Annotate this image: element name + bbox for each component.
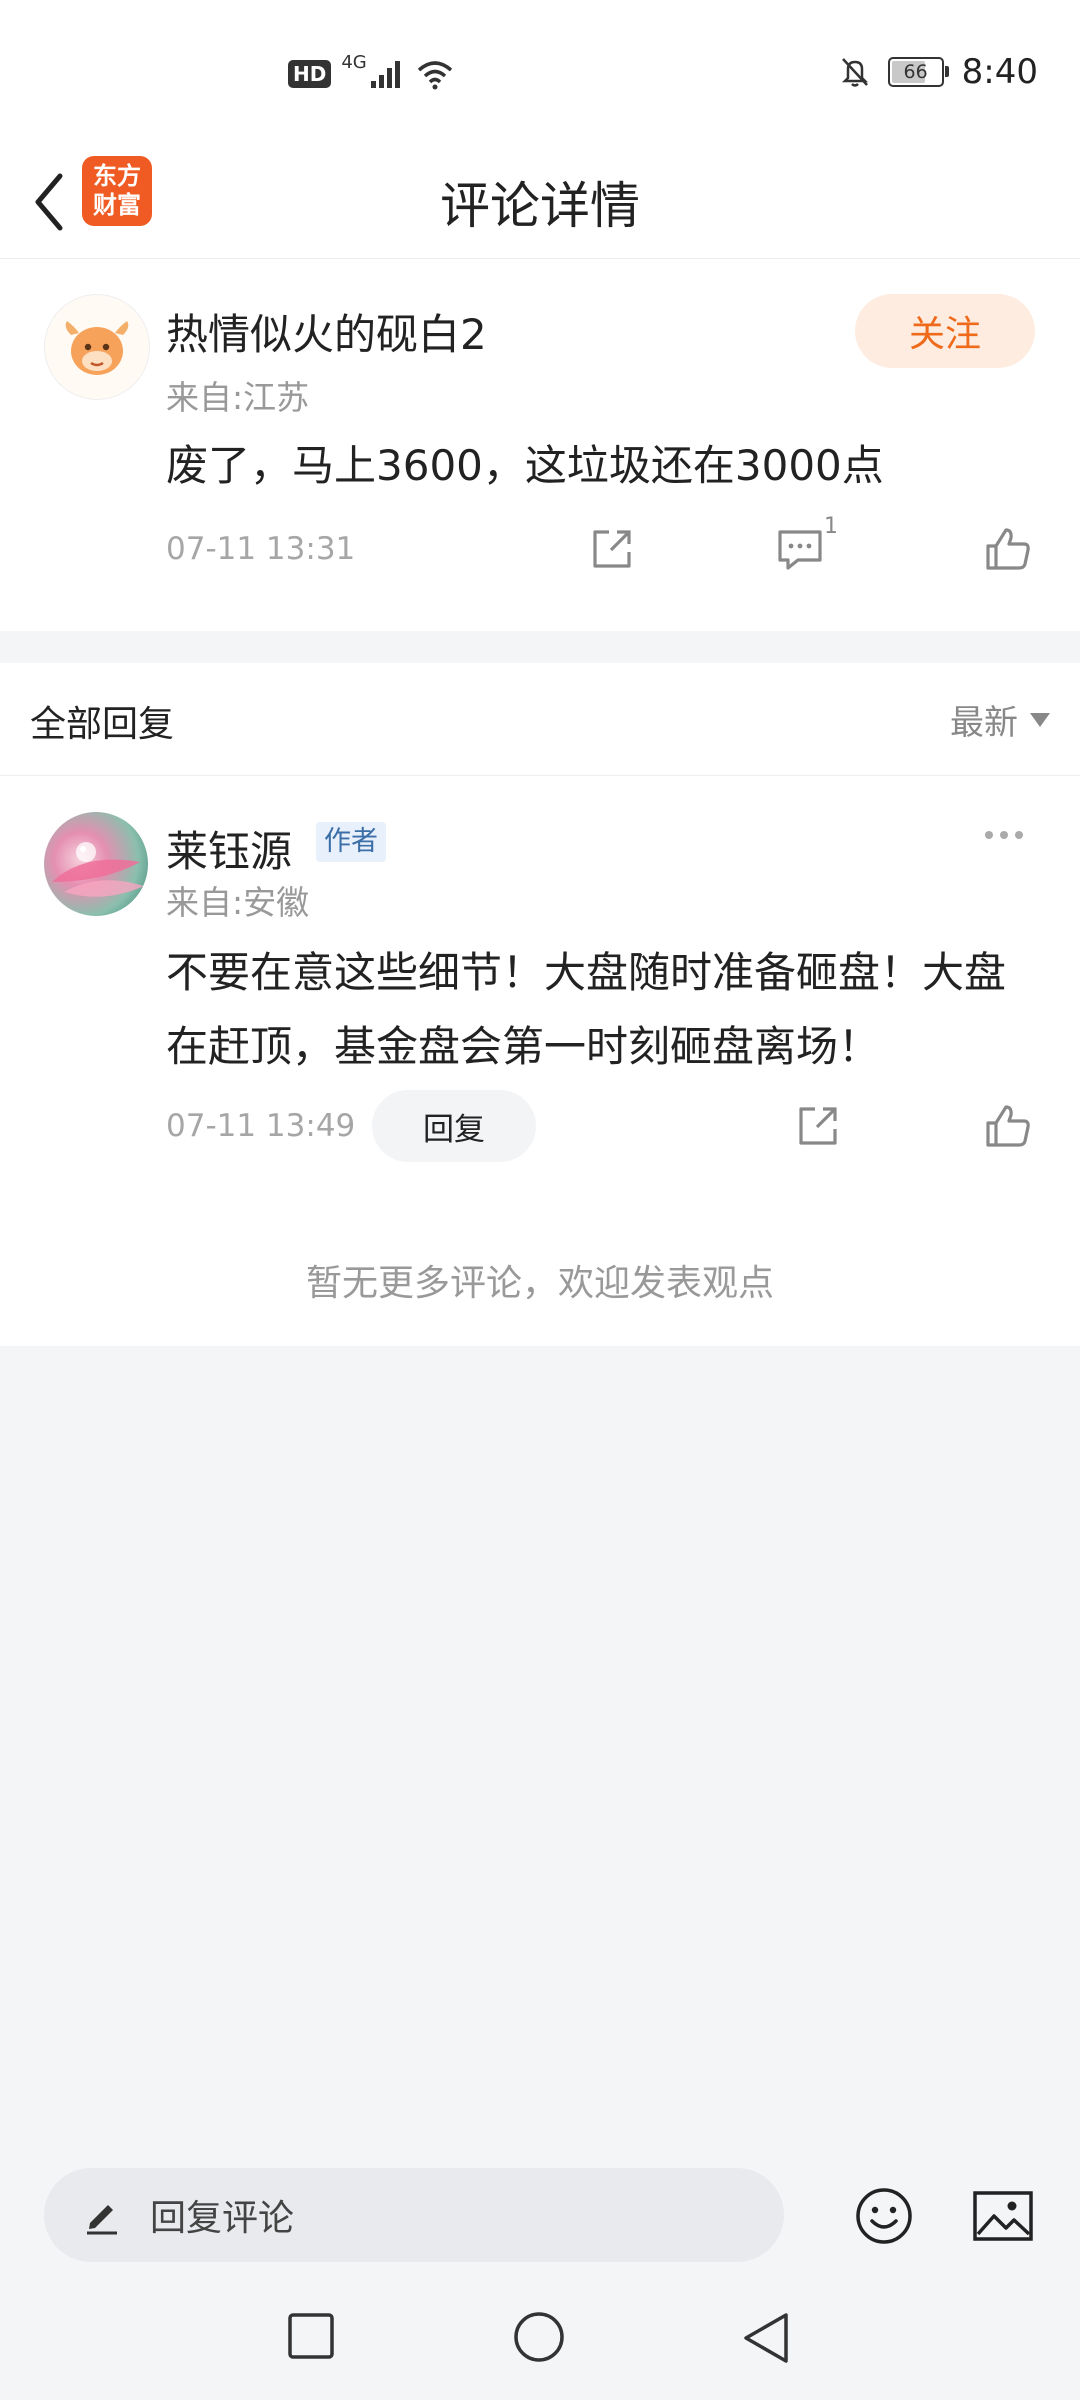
reply-button[interactable]: 回复 xyxy=(372,1090,536,1162)
like-button[interactable] xyxy=(980,521,1036,577)
network-type: 4G xyxy=(341,51,367,73)
pen-icon xyxy=(82,2193,126,2237)
sort-dropdown[interactable]: 最新 xyxy=(950,695,1050,744)
more-options-button[interactable] xyxy=(985,831,1023,839)
image-button[interactable] xyxy=(970,2184,1036,2248)
reply-share-button[interactable] xyxy=(790,1098,846,1154)
emoji-icon xyxy=(856,2188,912,2244)
replies-title: 全部回复 xyxy=(30,704,175,745)
image-icon xyxy=(973,2191,1033,2241)
more-icon xyxy=(985,831,993,839)
comment-time: 07-11 13:31 xyxy=(166,531,356,567)
status-right: 66 8:40 xyxy=(840,52,1038,92)
nav-recent-button[interactable] xyxy=(287,2312,335,2360)
follow-button[interactable]: 关注 xyxy=(855,294,1035,368)
nav-recent-icon xyxy=(288,2313,334,2359)
reply-time: 07-11 13:49 xyxy=(166,1108,356,1144)
reply-input-placeholder: 回复评论 xyxy=(150,2198,295,2239)
share-icon xyxy=(799,1107,837,1145)
like-icon xyxy=(986,528,1030,570)
nav-back-button[interactable] xyxy=(740,2310,792,2366)
sort-label: 最新 xyxy=(950,703,1018,743)
clock: 8:40 xyxy=(961,52,1038,92)
nav-back-icon xyxy=(744,2313,788,2363)
page-title: 评论详情 xyxy=(440,177,640,235)
status-left: HD 4G xyxy=(288,52,455,90)
comment-username[interactable]: 热情似火的砚白2 xyxy=(166,301,487,362)
comment-card: 热情似火的砚白2 来自:江苏 关注 废了，马上3600，这垃圾还在3000点 0… xyxy=(0,259,1080,631)
reply-username[interactable]: 莱钰源 xyxy=(166,818,292,879)
reply-input-bar: 回复评论 xyxy=(0,2148,1080,2282)
hd-badge: HD xyxy=(288,60,332,88)
wifi-icon xyxy=(417,61,452,90)
share-button[interactable] xyxy=(584,521,640,577)
avatar-bull-icon xyxy=(65,321,129,375)
system-nav-bar xyxy=(0,2282,1080,2400)
bell-off-icon xyxy=(841,58,868,87)
replies-header: 全部回复 最新 xyxy=(0,663,1080,776)
comment-location: 来自:江苏 xyxy=(166,378,310,417)
comment-content: 废了，马上3600，这垃圾还在3000点 xyxy=(166,441,884,490)
like-icon xyxy=(986,1105,1030,1147)
comment-button[interactable] xyxy=(772,521,828,577)
reply-location: 来自:安徽 xyxy=(166,883,310,922)
reply-input[interactable]: 回复评论 xyxy=(44,2168,784,2262)
reply-item: 莱钰源 作者 来自:安徽 不要在意这些细节！大盘随时准备砸盘！大盘在赶顶，基金盘… xyxy=(0,776,1080,1346)
no-more-comments: 暂无更多评论，欢迎发表观点 xyxy=(305,1263,774,1304)
battery-level: 66 xyxy=(903,61,928,83)
reply-avatar[interactable] xyxy=(44,812,148,916)
comment-icon xyxy=(778,530,822,570)
reply-like-button[interactable] xyxy=(980,1098,1036,1154)
reply-content: 不要在意这些细节！大盘随时准备砸盘！大盘在赶顶，基金盘会第一时刻砸盘离场！ xyxy=(166,948,1007,1071)
nav-home-button[interactable] xyxy=(512,2310,566,2364)
header-bar: 东方 财富 评论详情 xyxy=(0,150,1080,259)
share-icon xyxy=(593,530,631,568)
status-bar: HD 4G 66 8:40 xyxy=(0,0,1080,150)
avatar-flower-icon xyxy=(52,842,144,897)
author-badge: 作者 xyxy=(316,822,386,862)
signal-icon xyxy=(370,61,400,88)
dropdown-triangle-icon xyxy=(1030,712,1050,727)
comment-count: 1 xyxy=(824,514,838,539)
emoji-button[interactable] xyxy=(852,2184,916,2248)
battery-icon: 66 xyxy=(887,57,949,87)
avatar[interactable] xyxy=(44,294,150,400)
nav-home-icon xyxy=(514,2312,564,2362)
